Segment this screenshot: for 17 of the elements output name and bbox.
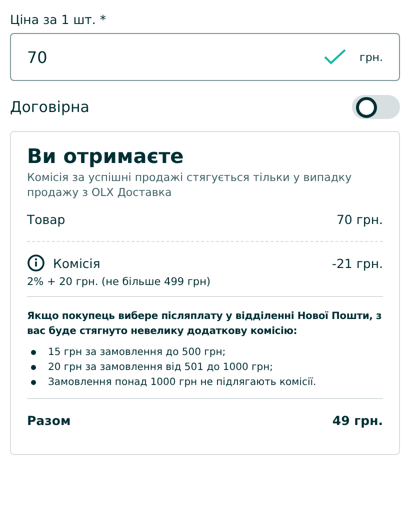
price-field[interactable]: 70 грн.	[10, 33, 400, 81]
item-label: Товар	[27, 212, 66, 227]
total-label: Разом	[27, 413, 71, 428]
cod-notice: Якщо покупець вибере післяплату у відділенні Нової Пошти, з вас буде стягнуто невелику додаткову комісію:	[27, 310, 383, 339]
commission-amount: -21 грн.	[332, 256, 383, 270]
item-amount: 70 грн.	[336, 212, 383, 227]
fee-item: Замовлення понад 1000 грн не підлягають комісії.	[48, 377, 316, 388]
currency-unit: грн.	[360, 50, 383, 64]
total-amount: 49 грн.	[332, 413, 383, 428]
card-title: Ви отримаєте	[27, 144, 185, 168]
field-label: Ціна за 1 шт. *	[10, 12, 108, 27]
card-subtitle: Комісія за успішні продажі стягується тільки у випадку продажу з OLX Доставка	[27, 170, 353, 200]
toggle-label: Договірна	[10, 98, 90, 116]
fee-item: 15 грн за замовлення до 500 грн;	[48, 347, 226, 358]
commission-label: Комісія	[53, 256, 100, 270]
commission-note: 2% + 20 грн. (не більше 499 грн)	[27, 276, 212, 288]
fee-item: 20 грн за замовлення від 501 до 1000 грн;	[48, 362, 274, 373]
